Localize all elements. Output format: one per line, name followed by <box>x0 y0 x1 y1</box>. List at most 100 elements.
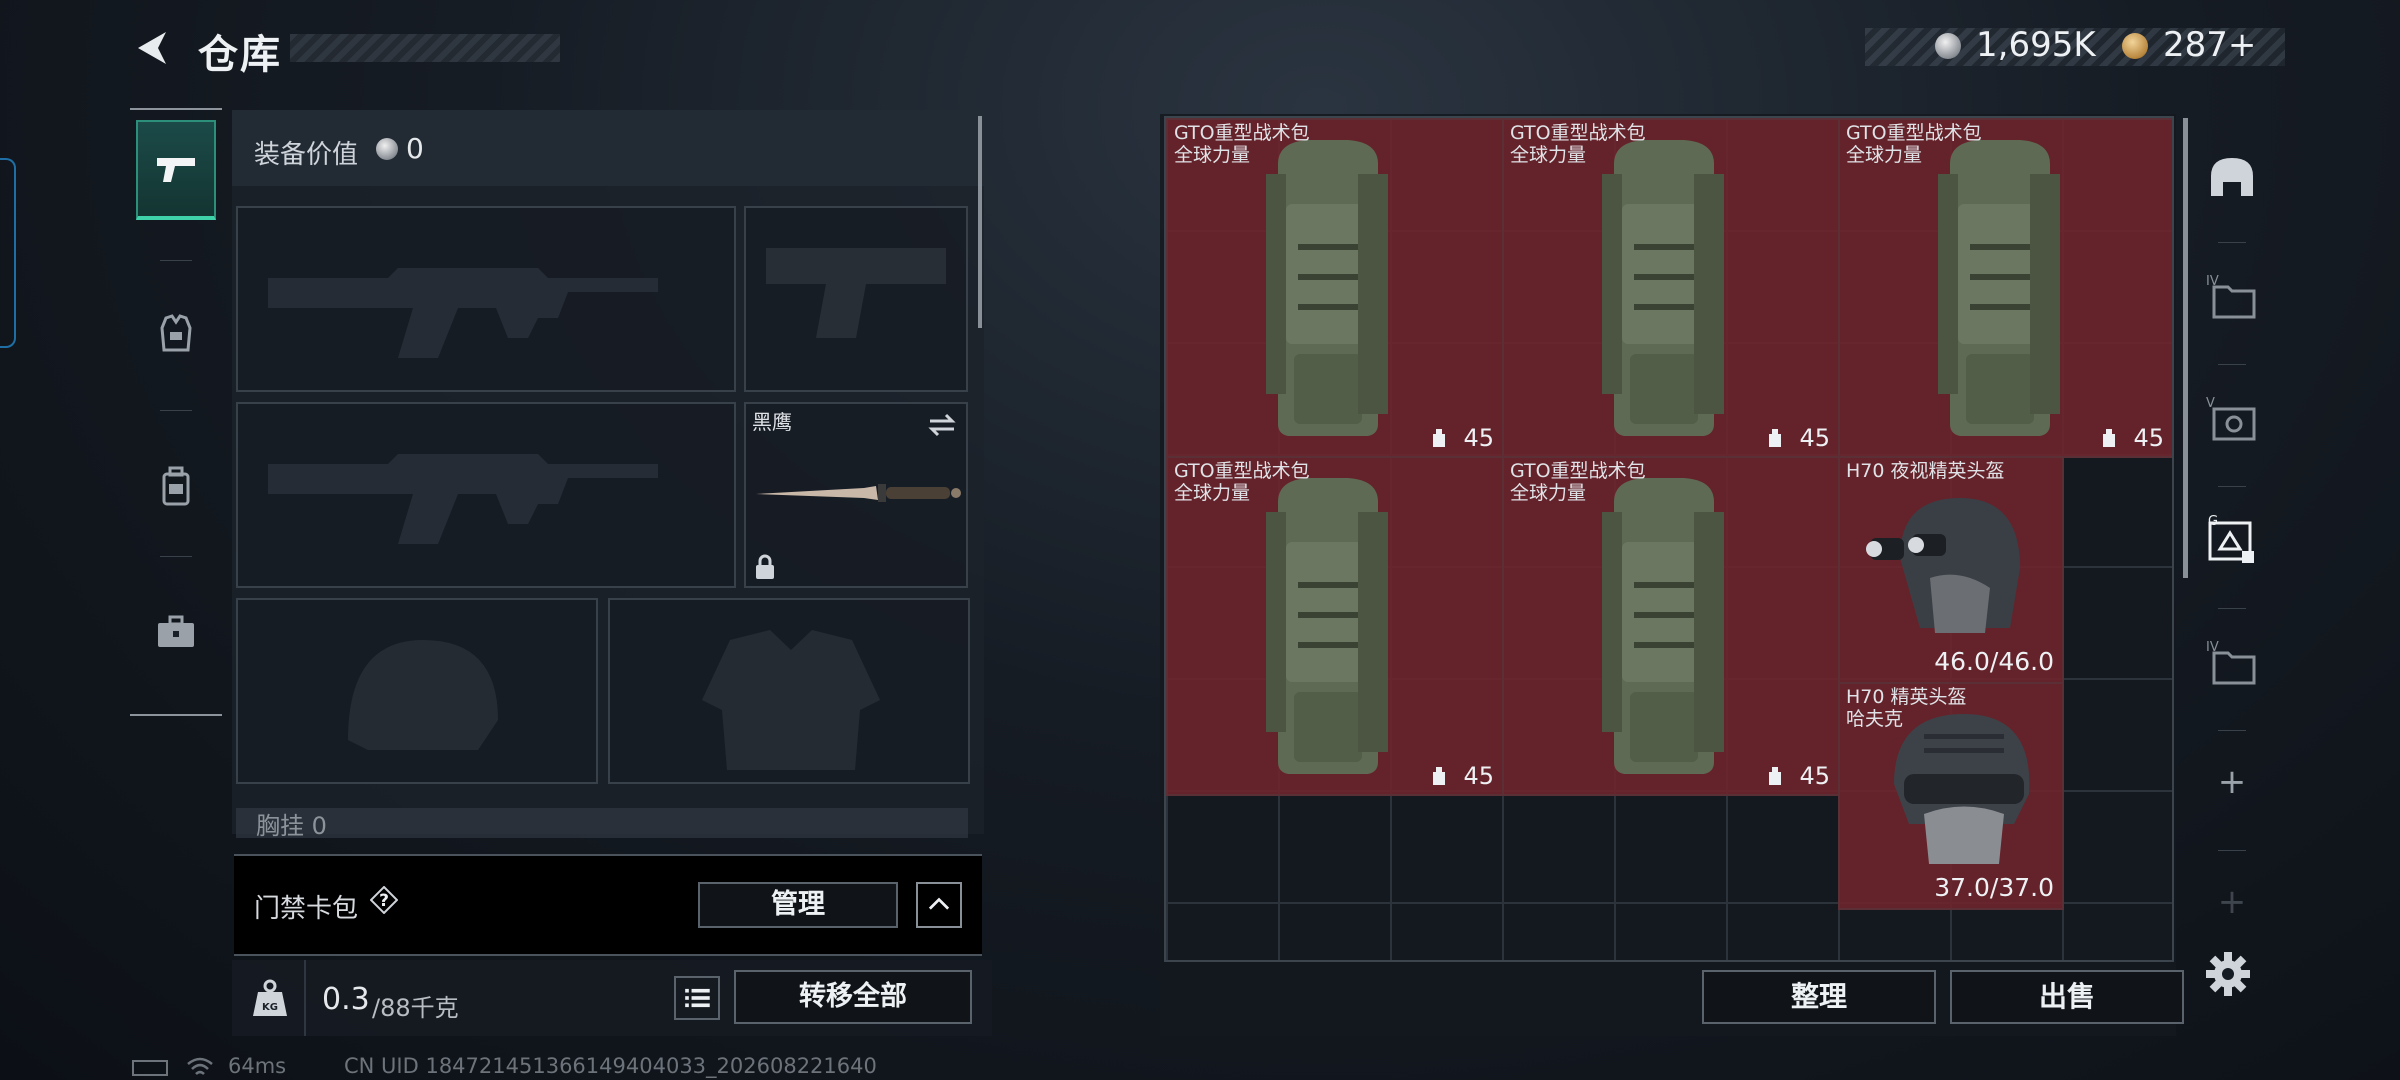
rifle-silhouette-icon <box>268 454 658 544</box>
melee-name: 黑鹰 <box>752 410 792 434</box>
item-durability: 37.0/37.0 <box>1934 873 2054 902</box>
weight-capacity: /88千克 <box>372 994 459 1022</box>
nav-armor[interactable] <box>136 284 216 384</box>
tab-level: G <box>2208 515 2218 529</box>
backpack-image <box>1266 478 1388 774</box>
item-name: GTO重型战术包 <box>1510 122 1646 144</box>
backpack-image <box>1602 478 1724 774</box>
capacity-icon <box>1433 429 1445 447</box>
swap-icon[interactable] <box>926 412 958 438</box>
chevron-up-icon[interactable] <box>916 882 962 928</box>
storage-scrollbar[interactable] <box>2183 118 2188 578</box>
battery-icon <box>132 1060 168 1076</box>
side-accent <box>0 158 16 348</box>
manage-button[interactable]: 管理 <box>698 882 898 928</box>
equipment-value-label: 装备价值 <box>254 140 359 170</box>
primary-weapon-slot[interactable] <box>236 206 736 392</box>
gear-icon[interactable] <box>2204 950 2252 998</box>
briefcase-icon <box>158 615 194 647</box>
rail-tab-1[interactable]: IV <box>2196 252 2268 340</box>
capacity-icon <box>1769 429 1781 447</box>
storage-item[interactable]: H70 夜视精英头盔 46.0/46.0 <box>1838 456 2064 684</box>
wifi-icon <box>187 1057 213 1075</box>
storage-item[interactable]: GTO重型战术包 全球力量 45 <box>1838 118 2172 458</box>
item-brand: 全球力量 <box>1510 482 1587 504</box>
sell-button[interactable]: 出售 <box>1950 970 2184 1024</box>
storage-item[interactable]: GTO重型战术包 全球力量 45 <box>1502 456 1840 796</box>
capacity-icon <box>1433 767 1445 785</box>
tab-level: IV <box>2206 274 2219 289</box>
item-capacity: 45 <box>1799 424 1830 452</box>
lock-icon <box>756 554 774 579</box>
add-storage-button-disabled[interactable]: + <box>2196 858 2268 946</box>
section-label: 胸挂 0 <box>256 812 327 840</box>
uid-readout: CN UID 184721451366149404033_20260822164… <box>344 1054 877 1078</box>
ping-readout: 64ms <box>228 1054 287 1078</box>
knife-icon <box>756 484 961 502</box>
rail-tab-2[interactable]: V <box>2196 374 2268 462</box>
melee-slot[interactable]: 黑鹰 <box>744 402 968 588</box>
page-title: 仓库 <box>198 32 282 78</box>
transfer-all-button[interactable]: 转移全部 <box>734 970 972 1024</box>
storage-item[interactable]: GTO重型战术包 全球力量 45 <box>1166 456 1504 796</box>
night-vision-helmet-image <box>1866 498 2020 633</box>
storage-grid: GTO重型战术包 全球力量 45 GTO重型战术包 全球力量 45 GTO重型战… <box>1164 116 2174 962</box>
item-name: GTO重型战术包 <box>1174 460 1310 482</box>
chest-rig-section: 胸挂 0 <box>236 808 968 840</box>
token-amount[interactable]: 287+ <box>2163 25 2256 65</box>
nav-weapons[interactable] <box>136 120 216 220</box>
secondary-weapon-slot[interactable] <box>236 402 736 588</box>
pistol-slot[interactable] <box>744 206 968 392</box>
nav-backpack[interactable] <box>136 436 216 536</box>
coin-icon <box>1935 33 1961 59</box>
list-icon[interactable] <box>674 976 720 1020</box>
storage-item[interactable]: GTO重型战术包 全球力量 45 <box>1502 118 1840 458</box>
help-icon[interactable]: ? <box>370 886 398 914</box>
sort-button[interactable]: 整理 <box>1702 970 1936 1024</box>
equipment-panel: 装备价值 0 黑鹰 <box>232 110 984 834</box>
weight-current: 0.3 <box>322 982 370 1017</box>
item-brand: 哈夫克 <box>1846 708 1904 730</box>
backpack-image <box>1938 140 2060 436</box>
item-brand: 全球力量 <box>1846 144 1923 166</box>
equipment-value: 0 <box>406 132 424 165</box>
equipment-header: 装备价值 0 <box>232 110 984 186</box>
tab-level: IV <box>2206 640 2219 655</box>
item-capacity: 45 <box>1463 762 1494 790</box>
coin-icon <box>376 138 398 160</box>
nav-case[interactable] <box>136 582 216 682</box>
folder-icon: IV <box>2206 640 2256 685</box>
helmet-slot[interactable] <box>236 598 598 784</box>
add-storage-button[interactable]: + <box>2196 738 2268 826</box>
divider <box>304 960 306 1036</box>
item-brand: 全球力量 <box>1174 144 1251 166</box>
storage-box-icon: G <box>2208 515 2254 563</box>
pistol-icon <box>157 158 195 182</box>
warehouse-tabs: IV V G IV + + <box>2196 112 2268 1036</box>
storage-item[interactable]: H70 精英头盔 哈夫克 37.0/37.0 <box>1838 682 2064 910</box>
item-name: H70 精英头盔 <box>1846 686 1967 708</box>
item-capacity: 45 <box>1463 424 1494 452</box>
token-icon <box>2122 33 2148 59</box>
weight-bar: KG 0.3 /88千克 转移全部 <box>232 960 992 1036</box>
rail-home[interactable] <box>2196 132 2268 220</box>
helmet-silhouette-icon <box>348 640 498 750</box>
pistol-silhouette-icon <box>766 248 946 338</box>
rail-tab-active[interactable]: G <box>2196 496 2268 584</box>
item-name: GTO重型战术包 <box>1510 460 1646 482</box>
money-amount: 1,695K <box>1976 25 2096 65</box>
title-decor <box>290 34 560 62</box>
backpack-image <box>1266 140 1388 436</box>
back-arrow-icon[interactable] <box>130 26 174 70</box>
storage-item[interactable]: GTO重型战术包 全球力量 45 <box>1166 118 1504 458</box>
item-name: GTO重型战术包 <box>1846 122 1982 144</box>
backpack-icon <box>162 466 190 506</box>
capacity-icon <box>2103 429 2115 447</box>
armor-slot[interactable] <box>608 598 970 784</box>
weight-icon: KG <box>253 979 287 1016</box>
help-mark: ? <box>379 891 389 911</box>
rail-tab-3[interactable]: IV <box>2196 618 2268 706</box>
safe-icon: V <box>2206 396 2256 441</box>
equipment-scrollbar[interactable] <box>978 116 982 328</box>
keycard-bag-label: 门禁卡包 <box>254 894 359 924</box>
